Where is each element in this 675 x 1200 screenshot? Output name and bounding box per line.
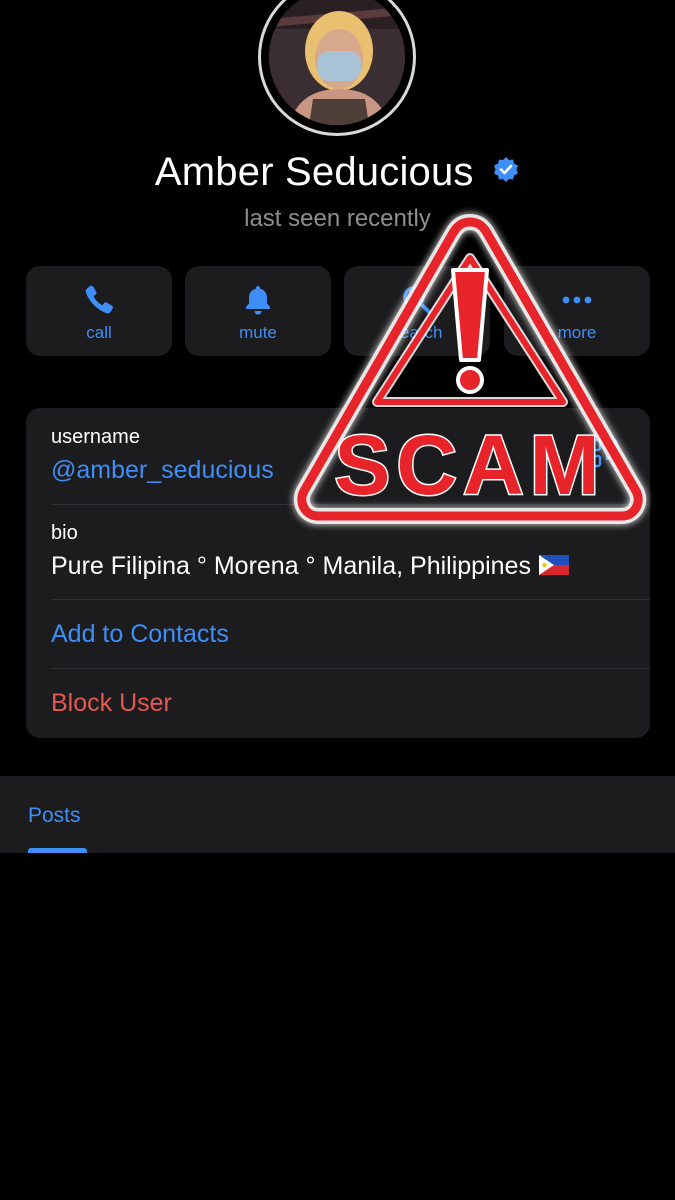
bio-label: bio bbox=[51, 522, 78, 544]
divider bbox=[51, 599, 650, 600]
username-value[interactable]: @amber_seducious bbox=[51, 456, 650, 485]
avatar-photo bbox=[269, 0, 405, 125]
media-tabs: Posts bbox=[0, 776, 675, 853]
search-button[interactable]: search bbox=[344, 266, 490, 356]
profile-name: Amber Seducious bbox=[154, 150, 474, 194]
more-button[interactable]: more bbox=[504, 266, 650, 356]
username-row[interactable]: username @amber_seducious bbox=[51, 426, 650, 485]
add-contacts-row[interactable]: Add to Contacts bbox=[51, 620, 650, 649]
last-seen-status: last seen recently bbox=[244, 205, 431, 232]
bell-icon bbox=[246, 286, 270, 315]
search-icon bbox=[403, 286, 431, 314]
mute-label: mute bbox=[239, 323, 277, 342]
action-buttons: call mute search more bbox=[26, 266, 650, 356]
more-label: more bbox=[557, 323, 597, 342]
verified-badge-icon bbox=[494, 156, 519, 182]
username-label: username bbox=[51, 426, 140, 448]
block-user-row[interactable]: Block User bbox=[51, 689, 650, 718]
search-label: search bbox=[391, 323, 443, 342]
tab-posts[interactable]: Posts bbox=[28, 804, 81, 828]
phone-icon bbox=[85, 285, 114, 314]
mute-button[interactable]: mute bbox=[185, 266, 331, 356]
info-card: username @amber_seducious bio Pure Filip… bbox=[26, 408, 650, 738]
add-to-contacts-link[interactable]: Add to Contacts bbox=[51, 620, 650, 649]
qr-code-icon[interactable] bbox=[588, 438, 618, 468]
profile-header: Amber Seducious bbox=[0, 150, 675, 195]
bio-value: Pure Filipina ° Morena ° Manila, Philipp… bbox=[51, 552, 531, 580]
bio-row: bio Pure Filipina ° Morena ° Manila, Phi… bbox=[51, 522, 650, 581]
profile-screen: Amber Seducious last seen recently call bbox=[0, 0, 675, 1200]
avatar[interactable] bbox=[258, 0, 416, 136]
philippines-flag-icon bbox=[538, 555, 569, 576]
active-tab-indicator bbox=[28, 848, 87, 853]
call-label: call bbox=[86, 323, 112, 342]
block-user-link[interactable]: Block User bbox=[51, 689, 650, 718]
divider bbox=[51, 504, 650, 505]
divider bbox=[51, 668, 650, 669]
call-button[interactable]: call bbox=[26, 266, 172, 356]
bio-text-line: Pure Filipina ° Morena ° Manila, Philipp… bbox=[51, 552, 650, 581]
more-icon bbox=[562, 296, 592, 304]
